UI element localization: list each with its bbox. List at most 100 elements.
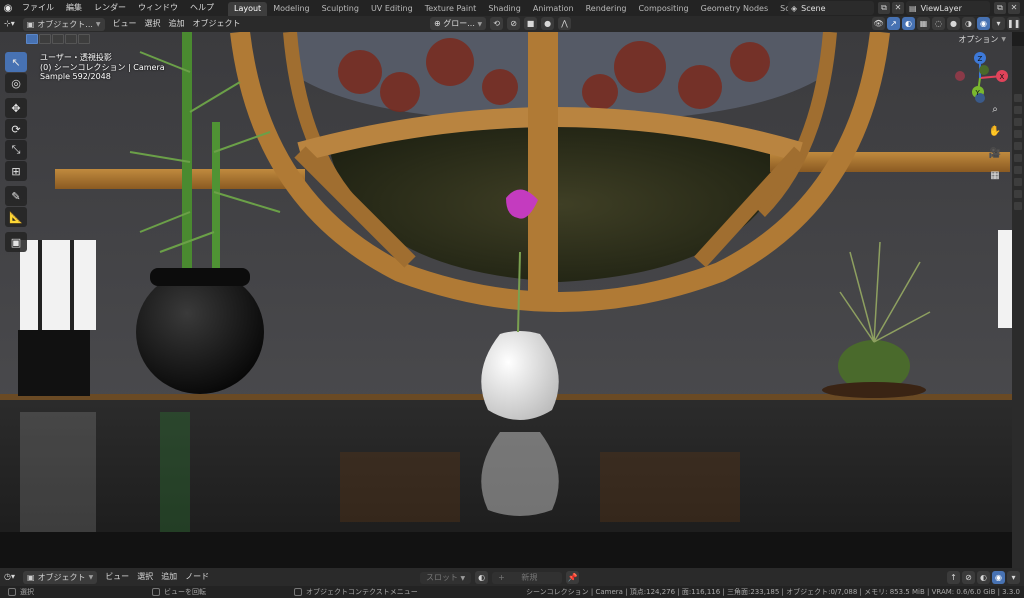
- shading-controls: 👁 ↗ ◐ ▦ ◌ ● ◑ ◉ ▾ ❚❚: [872, 17, 1020, 30]
- overlay-options-icon[interactable]: ▾: [1007, 571, 1020, 584]
- editor-type-icon[interactable]: ◷▾: [0, 570, 19, 584]
- parent-node-icon[interactable]: ↑: [947, 571, 960, 584]
- material-shading-icon[interactable]: ◑: [962, 17, 975, 30]
- outliner-item-icon[interactable]: [1014, 154, 1022, 162]
- tab-modeling[interactable]: Modeling: [267, 2, 315, 16]
- scale-icon[interactable]: ⤡: [5, 140, 27, 160]
- xray-icon[interactable]: ▦: [917, 17, 930, 30]
- new-viewlayer-icon[interactable]: ⧉: [994, 2, 1006, 14]
- outliner-item-icon[interactable]: [1014, 94, 1022, 102]
- menu-select[interactable]: 選択: [141, 17, 165, 31]
- overlay-toggle-icon[interactable]: ◐: [902, 17, 915, 30]
- tab-texture-paint[interactable]: Texture Paint: [419, 2, 483, 16]
- hint-rotate-view: ビューを回転: [164, 588, 206, 596]
- shading-options-icon[interactable]: ▾: [992, 17, 1005, 30]
- menu-select[interactable]: 選択: [133, 570, 157, 584]
- delete-viewlayer-icon[interactable]: ✕: [1008, 2, 1020, 14]
- wireframe-shading-icon[interactable]: ◌: [932, 17, 945, 30]
- editor-type-icon[interactable]: ⊹▾: [0, 17, 19, 31]
- transform-icon[interactable]: ⊞: [5, 161, 27, 181]
- outliner-item-icon[interactable]: [1014, 190, 1022, 198]
- menu-object[interactable]: オブジェクト: [189, 17, 245, 31]
- tab-rendering[interactable]: Rendering: [580, 2, 633, 16]
- menu-render[interactable]: レンダー: [88, 0, 132, 16]
- menu-node[interactable]: ノード: [181, 570, 213, 584]
- select-invert-icon[interactable]: [65, 34, 77, 44]
- tab-uv-editing[interactable]: UV Editing: [365, 2, 419, 16]
- mode-dropdown[interactable]: ▣ オブジェクト... ▼: [22, 17, 105, 31]
- select-intersect-icon[interactable]: [78, 34, 90, 44]
- pause-render-icon[interactable]: ❚❚: [1007, 17, 1020, 30]
- new-scene-icon[interactable]: ⧉: [878, 2, 890, 14]
- tab-sculpting[interactable]: Sculpting: [316, 2, 365, 16]
- measure-icon[interactable]: 📐: [5, 207, 27, 227]
- blender-logo-icon[interactable]: ◉: [0, 0, 16, 16]
- menu-view[interactable]: ビュー: [101, 570, 133, 584]
- add-cube-icon[interactable]: ▣: [5, 232, 27, 252]
- select-new-icon[interactable]: [26, 34, 38, 44]
- overlay-icon[interactable]: ◐: [977, 571, 990, 584]
- bottom-mode-label: オブジェクト: [37, 572, 86, 582]
- tab-animation[interactable]: Animation: [527, 2, 580, 16]
- tab-layout[interactable]: Layout: [228, 1, 268, 16]
- menu-edit[interactable]: 編集: [60, 0, 88, 16]
- menu-help[interactable]: ヘルプ: [184, 0, 220, 16]
- pan-hand-icon[interactable]: ✋: [986, 122, 1004, 140]
- gizmo-neg-y-axis[interactable]: [979, 65, 989, 75]
- orientation-icon: ⊕: [434, 19, 441, 28]
- new-material-button[interactable]: + 新規: [492, 571, 563, 584]
- material-browse-icon[interactable]: ◐: [475, 571, 489, 584]
- 3d-viewport[interactable]: ユーザー・透視投影 (0) シーンコレクション | Camera Sample …: [0, 32, 1012, 568]
- gizmo-neg-x-axis[interactable]: [955, 71, 965, 81]
- cursor-icon[interactable]: ◎: [5, 73, 27, 93]
- zoom-icon[interactable]: ⌕: [986, 100, 1004, 118]
- navigation-buttons: ⌕ ✋ 🎥 ▦: [986, 100, 1004, 184]
- options-dropdown[interactable]: オプション ▼: [958, 34, 1006, 45]
- delete-scene-icon[interactable]: ✕: [892, 2, 904, 14]
- falloff-icon[interactable]: ⋀: [558, 17, 572, 30]
- scene-selector[interactable]: ◈ Scene: [788, 1, 874, 15]
- tab-geometry-nodes[interactable]: Geometry Nodes: [695, 2, 774, 16]
- viewlayer-selector[interactable]: ▤ ViewLayer: [906, 1, 990, 15]
- material-slot-controls: スロット ▼ ◐ + 新規 📌: [420, 571, 580, 584]
- rendered-shading-icon[interactable]: ◉: [977, 17, 990, 30]
- pivot-point-icon[interactable]: ⟲: [490, 17, 504, 30]
- visibility-icon[interactable]: 👁: [872, 17, 885, 30]
- slot-dropdown[interactable]: スロット ▼: [420, 571, 472, 584]
- select-subtract-icon[interactable]: [52, 34, 64, 44]
- snap-icon[interactable]: ⊘: [962, 571, 975, 584]
- solid-shading-icon[interactable]: ●: [947, 17, 960, 30]
- gizmo-toggle-icon[interactable]: ↗: [887, 17, 900, 30]
- move-icon[interactable]: ✥: [5, 98, 27, 118]
- menu-file[interactable]: ファイル: [16, 0, 60, 16]
- bottom-mode-dropdown[interactable]: ▣ オブジェクト ▼: [23, 570, 98, 584]
- select-box-icon[interactable]: ↖: [5, 52, 27, 72]
- sidebar-tabs-strip: [1012, 46, 1024, 568]
- transform-orientation-dropdown[interactable]: ⊕ グロー... ▼: [430, 17, 487, 30]
- outliner-item-icon[interactable]: [1014, 142, 1022, 150]
- outliner-item-icon[interactable]: [1014, 166, 1022, 174]
- tab-compositing[interactable]: Compositing: [632, 2, 694, 16]
- outliner-item-icon[interactable]: [1014, 130, 1022, 138]
- outliner-item-icon[interactable]: [1014, 118, 1022, 126]
- select-extend-icon[interactable]: [39, 34, 51, 44]
- tab-shading[interactable]: Shading: [482, 2, 527, 16]
- navigation-gizmo[interactable]: X Z Y: [952, 50, 1008, 106]
- pin-icon[interactable]: 📌: [566, 571, 580, 584]
- rotate-icon[interactable]: ⟳: [5, 119, 27, 139]
- menu-add[interactable]: 追加: [165, 17, 189, 31]
- snap-icon[interactable]: ⊘: [507, 17, 521, 30]
- status-hints: 選択 ビューを回転 オブジェクトコンテクストメニュー: [8, 587, 418, 597]
- menu-add[interactable]: 追加: [157, 570, 181, 584]
- camera-view-icon[interactable]: 🎥: [986, 144, 1004, 162]
- snap-target-icon[interactable]: ■: [524, 17, 538, 30]
- outliner-item-icon[interactable]: [1014, 106, 1022, 114]
- outliner-item-icon[interactable]: [1014, 202, 1022, 210]
- overlay-toggle-icon[interactable]: ◉: [992, 571, 1005, 584]
- annotate-icon[interactable]: ✎: [5, 186, 27, 206]
- outliner-item-icon[interactable]: [1014, 178, 1022, 186]
- perspective-toggle-icon[interactable]: ▦: [986, 166, 1004, 184]
- menu-window[interactable]: ウィンドウ: [132, 0, 184, 16]
- menu-view[interactable]: ビュー: [109, 17, 141, 31]
- proportional-edit-icon[interactable]: ●: [541, 17, 555, 30]
